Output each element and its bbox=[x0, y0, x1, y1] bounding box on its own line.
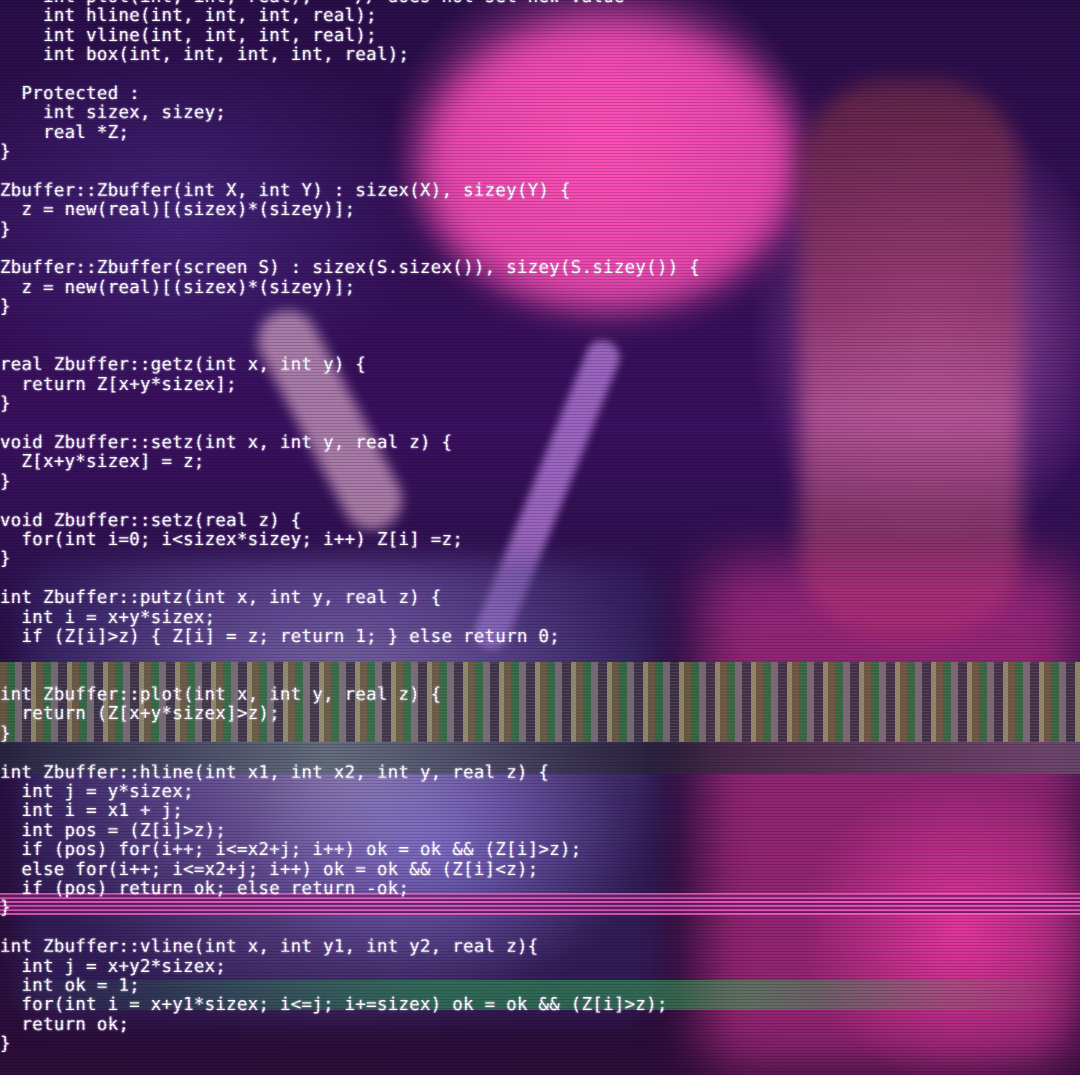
code-line: } bbox=[0, 471, 11, 492]
code-line: int hline(int, int, int, real); bbox=[0, 6, 377, 27]
glitch-code-photo: int plot(int, int, real); // does not se… bbox=[0, 0, 1080, 1075]
code-line: } bbox=[0, 1034, 11, 1055]
code-line: int ok = 1; bbox=[0, 975, 141, 996]
code-line: z = new(real)[(sizex)*(sizey)]; bbox=[0, 277, 356, 298]
code-line: } bbox=[0, 297, 11, 318]
code-line: if (Z[i]>z) { Z[i] = z; return 1; } else… bbox=[0, 626, 561, 647]
code-line: int Zbuffer::plot(int x, int y, real z) … bbox=[0, 685, 442, 706]
code-line: int j = y*sizex; bbox=[0, 782, 194, 803]
code-line: return (Z[x+y*sizex]>z); bbox=[0, 704, 281, 725]
code-line: int i = x1 + j; bbox=[0, 801, 184, 822]
code-line: int vline(int, int, int, real); bbox=[0, 25, 377, 46]
code-line: } bbox=[0, 219, 11, 240]
code-line: if (pos) return ok; else return -ok; bbox=[0, 878, 410, 899]
code-line: for(int i=0; i<sizex*sizey; i++) Z[i] =z… bbox=[0, 529, 464, 550]
code-line: Zbuffer::Zbuffer(int X, int Y) : sizex(X… bbox=[0, 180, 571, 201]
code-line: int Zbuffer::putz(int x, int y, real z) … bbox=[0, 588, 442, 609]
code-line: int j = x+y2*sizex; bbox=[0, 956, 227, 977]
bottle-shape bbox=[800, 80, 1020, 640]
code-line: Protected : bbox=[0, 83, 141, 104]
code-line: else for(i++; i<=x2+j; i++) ok = ok && (… bbox=[0, 859, 539, 880]
code-line: void Zbuffer::setz(int x, int y, real z)… bbox=[0, 432, 453, 453]
code-line: Z[x+y*sizex] = z; bbox=[0, 452, 205, 473]
code-line: } bbox=[0, 142, 11, 163]
code-overlay: int plot(int, int, real); // does not se… bbox=[0, 0, 700, 1054]
code-line: return ok; bbox=[0, 1014, 130, 1035]
code-line: if (pos) for(i++; i<=x2+j; i++) ok = ok … bbox=[0, 840, 582, 861]
code-line: return Z[x+y*sizex]; bbox=[0, 374, 237, 395]
code-line: for(int i = x+y1*sizex; i<=j; i+=sizex) … bbox=[0, 995, 668, 1016]
code-line: int pos = (Z[i]>z); bbox=[0, 820, 227, 841]
code-line: int Zbuffer::vline(int x, int y1, int y2… bbox=[0, 937, 539, 958]
code-line: int Zbuffer::hline(int x1, int x2, int y… bbox=[0, 762, 550, 783]
code-line: } bbox=[0, 898, 11, 919]
code-line: } bbox=[0, 549, 11, 570]
code-line: int box(int, int, int, int, real); bbox=[0, 45, 410, 66]
code-line: } bbox=[0, 394, 11, 415]
code-line: int i = x+y*sizex; bbox=[0, 607, 216, 628]
code-line: real *Z; bbox=[0, 122, 130, 143]
code-line: int sizex, sizey; bbox=[0, 103, 227, 124]
code-line: real Zbuffer::getz(int x, int y) { bbox=[0, 355, 367, 376]
code-line: } bbox=[0, 723, 11, 744]
code-line: z = new(real)[(sizex)*(sizey)]; bbox=[0, 200, 356, 221]
code-line: Zbuffer::Zbuffer(screen S) : sizex(S.siz… bbox=[0, 258, 701, 279]
code-line: void Zbuffer::setz(real z) { bbox=[0, 510, 302, 531]
